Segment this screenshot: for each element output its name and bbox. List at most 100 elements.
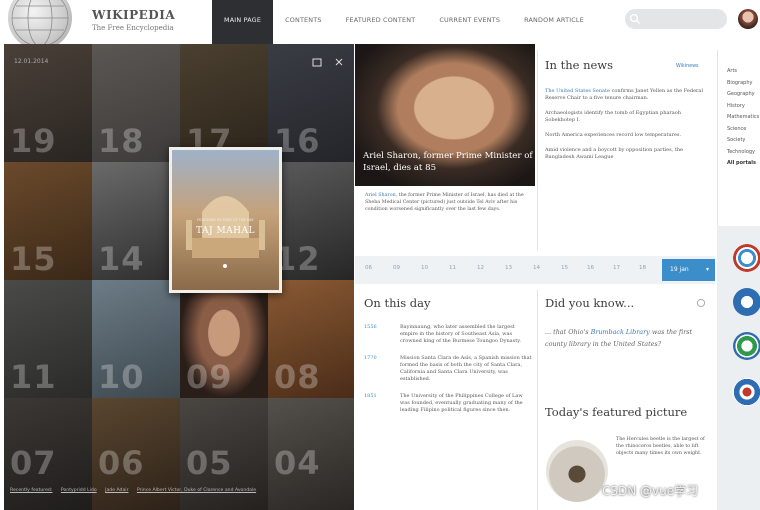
event-text: Mission Santa Clara de Asis, a Spanish m… xyxy=(400,355,532,382)
main-nav: MAIN PAGE CONTENTS FEATURED CONTENT CURR… xyxy=(212,0,596,44)
portal-link[interactable]: Biography xyxy=(727,78,760,90)
date-option[interactable]: 18 xyxy=(639,265,646,271)
wikimedia-logo-icon[interactable] xyxy=(733,378,760,406)
selected-date-dropdown[interactable]: 19 jan ▾ xyxy=(662,259,715,281)
news-item: North America experiences record low tem… xyxy=(545,132,710,139)
portal-link[interactable]: Mathematics xyxy=(727,112,760,124)
mosaic-tile[interactable]: 14 xyxy=(92,162,180,280)
event-text: The University of the Philippines Colleg… xyxy=(400,393,523,413)
search-icon[interactable] xyxy=(629,13,641,25)
portal-link[interactable]: Technology xyxy=(727,147,760,159)
portal-list: Arts Biography Geography History Mathema… xyxy=(727,66,760,170)
taj-mahal-image: FEATURED PICTURE OF THE DAY TAJ MAHAL xyxy=(172,150,279,290)
news-item: Amid violence and a boycott by oppositio… xyxy=(545,147,710,161)
wikidata-logo-icon[interactable] xyxy=(733,332,760,360)
card-title: TAJ MAHAL xyxy=(195,226,256,236)
recently-featured-links: Recently featured: Pontypridd Lido Jade … xyxy=(10,488,350,494)
date-option[interactable]: 16 xyxy=(587,265,594,271)
wikinews-link[interactable]: Wikinews xyxy=(676,64,699,69)
column-divider xyxy=(537,290,538,510)
close-icon[interactable] xyxy=(335,58,343,66)
portal-link[interactable]: Geography xyxy=(727,89,760,101)
news-item: The United States Senate confirms Janet … xyxy=(545,88,710,102)
featured-picture-heading: Today's featured picture xyxy=(545,405,688,419)
commons-logo-icon[interactable] xyxy=(733,244,760,272)
column-divider xyxy=(537,50,538,250)
portal-link[interactable]: Arts xyxy=(727,66,760,78)
nav-random-article[interactable]: RANDOM ARTICLE xyxy=(512,0,596,44)
card-subtitle: FEATURED PICTURE OF THE DAY xyxy=(197,218,254,222)
event-year[interactable]: 1556 xyxy=(364,324,377,331)
tile-number: 10 xyxy=(98,358,145,396)
date-option[interactable]: 10 xyxy=(421,265,428,271)
tile-number: 14 xyxy=(98,240,145,278)
search-input[interactable] xyxy=(625,9,727,29)
dyk-link[interactable]: Brumback Library xyxy=(591,328,650,336)
sister-projects-column xyxy=(717,226,760,510)
tile-number: 05 xyxy=(186,444,233,482)
info-icon[interactable] xyxy=(696,298,706,308)
featured-picture-mosaic: 19 18 17 16 15 14 13 12 11 10 09 08 07 0… xyxy=(4,44,354,510)
wikispecies-logo-icon[interactable] xyxy=(733,288,760,316)
tile-number: 07 xyxy=(10,444,57,482)
portal-link[interactable]: Science xyxy=(727,124,760,136)
featured-picture-thumbnail[interactable] xyxy=(546,440,608,502)
in-the-news-heading: In the news xyxy=(545,58,614,72)
tile-number: 08 xyxy=(274,358,321,396)
date-option[interactable]: 17 xyxy=(613,265,620,271)
nav-current-events[interactable]: CURRENT EVENTS xyxy=(427,0,512,44)
date-option[interactable]: 06 xyxy=(365,265,372,271)
user-avatar[interactable] xyxy=(738,9,758,29)
nav-contents[interactable]: CONTENTS xyxy=(273,0,334,44)
featured-article-photo[interactable]: Ariel Sharon, former Prime Minister of I… xyxy=(355,44,535,186)
tile-number: 04 xyxy=(274,444,321,482)
news-link[interactable]: The United States Senate xyxy=(545,88,610,94)
share-icon[interactable] xyxy=(312,58,322,67)
event-year[interactable]: 1851 xyxy=(364,393,377,400)
date-option[interactable]: 12 xyxy=(477,265,484,271)
portal-link[interactable]: Society xyxy=(727,135,760,147)
mosaic-tile[interactable]: 08 xyxy=(268,280,354,398)
mosaic-date: 12.01.2014 xyxy=(14,58,49,65)
featured-article-caption[interactable]: Ariel Sharon, former Prime Minister of I… xyxy=(363,150,533,174)
recent-link[interactable]: Jade Adair xyxy=(105,488,128,493)
event-year[interactable]: 1770 xyxy=(364,355,377,362)
column-divider xyxy=(717,50,718,226)
dyk-text: ... that Ohio's xyxy=(545,328,589,336)
tile-number: 19 xyxy=(10,122,57,160)
news-text: Archaeologists identify the tomb of Egyp… xyxy=(545,110,682,123)
tile-number: 11 xyxy=(10,358,57,396)
recent-link[interactable]: Prince Albert Victor, Duke of Clarence a… xyxy=(137,488,256,493)
mosaic-tile[interactable]: 09 xyxy=(180,280,268,398)
recently-featured-label: Recently featured: xyxy=(10,488,53,493)
date-option[interactable]: 11 xyxy=(449,265,456,271)
portal-link[interactable]: History xyxy=(727,101,760,113)
wikipedia-globe-logo[interactable] xyxy=(8,0,72,50)
date-option[interactable]: 14 xyxy=(533,265,540,271)
event-text: Bayinnaung, who later assembled the larg… xyxy=(400,324,521,344)
featured-article-link[interactable]: Ariel Sharon, xyxy=(365,193,397,198)
mosaic-tile[interactable]: 18 xyxy=(92,44,180,162)
featured-picture-card[interactable]: FEATURED PICTURE OF THE DAY TAJ MAHAL xyxy=(169,147,282,293)
card-indicator-dot xyxy=(223,264,227,268)
tile-number: 15 xyxy=(10,240,57,278)
nav-featured-content[interactable]: FEATURED CONTENT xyxy=(334,0,428,44)
mosaic-tile[interactable]: 10 xyxy=(92,280,180,398)
mosaic-tile[interactable]: 17 xyxy=(180,44,268,162)
recent-link[interactable]: Pontypridd Lido xyxy=(61,488,97,493)
list-item: 1770 Mission Santa Clara de Asis, a Span… xyxy=(364,355,534,383)
all-portals-link[interactable]: All portals xyxy=(727,158,760,170)
list-item: 1556 Bayinnaung, who later assembled the… xyxy=(364,324,534,345)
chevron-down-icon: ▾ xyxy=(705,266,709,273)
nav-main-page[interactable]: MAIN PAGE xyxy=(212,0,274,44)
date-option[interactable]: 15 xyxy=(561,265,568,271)
featured-article-body: Ariel Sharon, the former Prime Minister … xyxy=(365,192,530,213)
date-option[interactable]: 13 xyxy=(505,265,512,271)
mosaic-tile[interactable]: 15 xyxy=(4,162,92,280)
site-tagline: The Free Encyclopedia xyxy=(92,24,174,32)
tile-number: 06 xyxy=(98,444,145,482)
mosaic-tile[interactable]: 11 xyxy=(4,280,92,398)
news-text: North America experiences record low tem… xyxy=(545,132,682,138)
site-wordmark[interactable]: WIKIPEDIA xyxy=(92,8,175,22)
date-option[interactable]: 09 xyxy=(393,265,400,271)
